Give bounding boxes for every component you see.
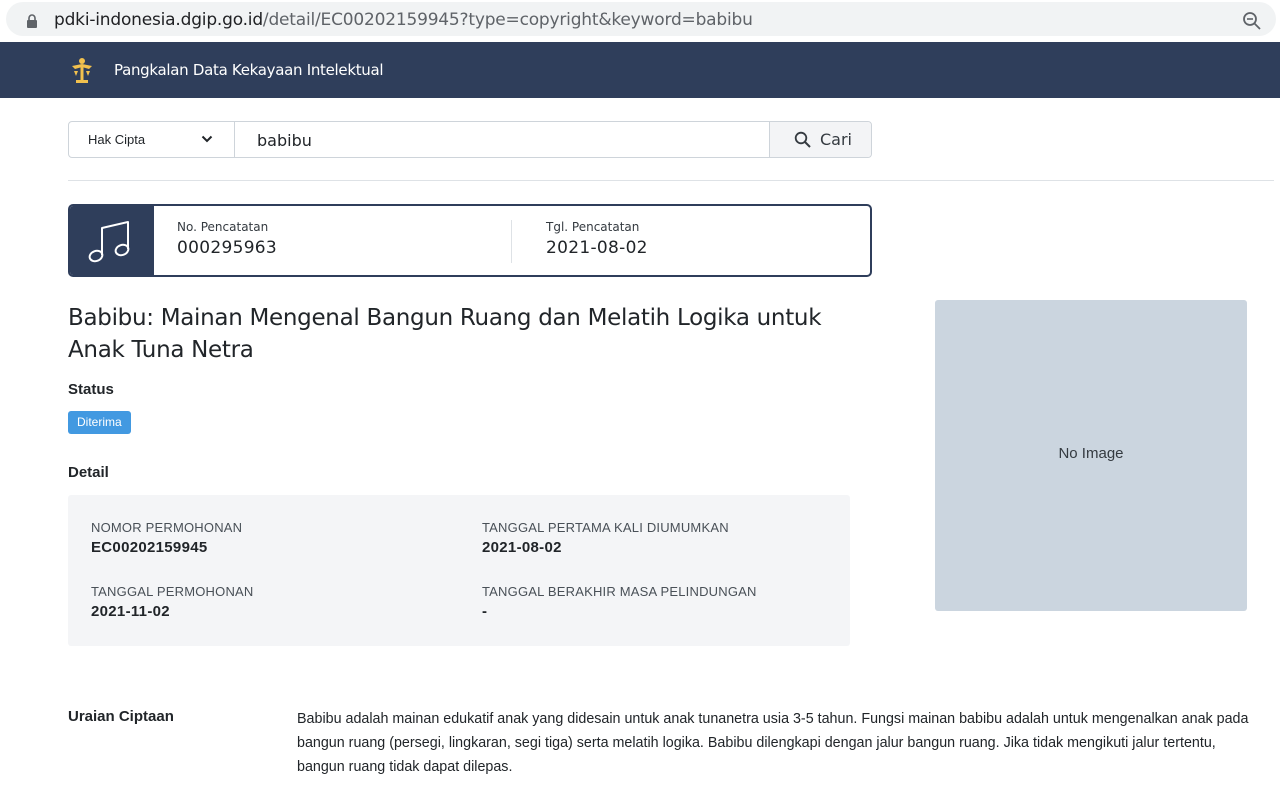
divider xyxy=(68,180,1274,181)
detail-field-value: EC00202159945 xyxy=(91,539,208,556)
registration-card: No. Pencatatan 000295963 Tgl. Pencatatan… xyxy=(68,204,872,277)
detail-panel: NOMOR PERMOHONAN EC00202159945 TANGGAL P… xyxy=(68,495,850,646)
registration-number-label: No. Pencatatan xyxy=(177,220,269,234)
detail-field-value: - xyxy=(482,603,488,620)
registration-date-value: 2021-08-02 xyxy=(546,238,648,258)
browser-address-bar: pdki-indonesia.dgip.go.id/detail/EC00202… xyxy=(0,0,1280,40)
chevron-down-icon xyxy=(201,135,213,143)
search-type-label: Hak Cipta xyxy=(88,132,146,147)
detail-heading: Detail xyxy=(68,464,109,481)
status-badge: Diterima xyxy=(68,411,131,434)
image-placeholder-text: No Image xyxy=(1058,445,1124,462)
search-button-label: Cari xyxy=(820,130,852,149)
registration-number-value: 000295963 xyxy=(177,238,278,258)
registration-date: Tgl. Pencatatan 2021-08-02 xyxy=(546,220,648,258)
image-placeholder: No Image xyxy=(935,300,1247,611)
search-bar: Hak Cipta babibu Cari xyxy=(68,121,872,158)
search-icon xyxy=(794,131,811,148)
url-path: /detail/EC00202159945?type=copyright&key… xyxy=(262,10,753,30)
registration-card-icon-panel xyxy=(70,206,154,275)
detail-field-label: NOMOR PERMOHONAN xyxy=(91,520,243,535)
page-title: Babibu: Mainan Mengenal Bangun Ruang dan… xyxy=(68,305,822,363)
description-text: Babibu adalah mainan edukatif anak yang … xyxy=(297,711,1249,775)
search-type-select[interactable]: Hak Cipta xyxy=(69,122,235,157)
detail-field-protection-end: TANGGAL BERAKHIR MASA PELINDUNGAN - xyxy=(482,584,757,620)
registration-separator xyxy=(511,220,512,263)
registration-date-label: Tgl. Pencatatan xyxy=(546,220,640,234)
description-label: Uraian Ciptaan xyxy=(68,708,174,725)
search-button[interactable]: Cari xyxy=(769,122,871,157)
detail-field-label: TANGGAL PERTAMA KALI DIUMUMKAN xyxy=(482,520,729,535)
lock-icon[interactable] xyxy=(26,14,38,28)
brand-title[interactable]: Pangkalan Data Kekayaan Intelektual xyxy=(114,61,384,79)
detail-field-first-announced: TANGGAL PERTAMA KALI DIUMUMKAN 2021-08-0… xyxy=(482,520,729,556)
url-bar[interactable]: pdki-indonesia.dgip.go.id/detail/EC00202… xyxy=(6,2,1276,36)
url-domain: pdki-indonesia.dgip.go.id xyxy=(54,10,263,30)
detail-field-application-number: NOMOR PERMOHONAN EC00202159945 xyxy=(91,520,242,556)
music-note-icon xyxy=(88,221,130,263)
detail-field-label: TANGGAL PERMOHONAN xyxy=(91,584,254,599)
registration-number: No. Pencatatan 000295963 xyxy=(177,220,277,258)
detail-field-label: TANGGAL BERAKHIR MASA PELINDUNGAN xyxy=(482,584,757,599)
zoom-icon[interactable] xyxy=(1242,11,1262,31)
detail-field-value: 2021-11-02 xyxy=(91,603,170,620)
status-heading: Status xyxy=(68,381,114,398)
top-navbar: Pangkalan Data Kekayaan Intelektual xyxy=(0,42,1280,98)
url-text[interactable]: pdki-indonesia.dgip.go.id/detail/EC00202… xyxy=(54,10,753,30)
detail-field-value: 2021-08-02 xyxy=(482,539,562,556)
detail-field-application-date: TANGGAL PERMOHONAN 2021-11-02 xyxy=(91,584,254,620)
logo-icon[interactable] xyxy=(70,57,94,85)
search-input[interactable]: babibu xyxy=(257,131,312,150)
